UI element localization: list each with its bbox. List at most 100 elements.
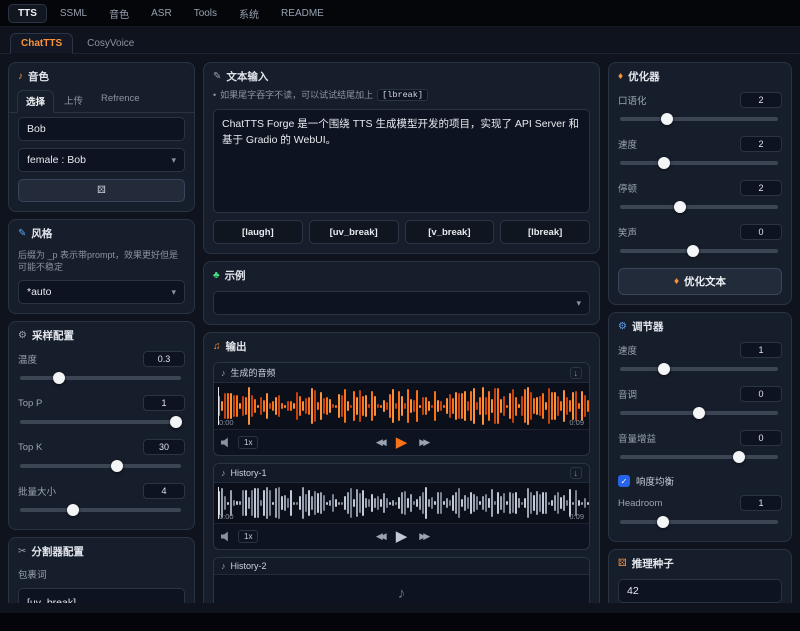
laugh-slider[interactable] <box>620 249 778 253</box>
time-total: 0:09 <box>569 418 584 427</box>
v-break-token-button[interactable]: [v_break] <box>405 220 495 244</box>
uv-break-token-button[interactable]: [uv_break] <box>309 220 399 244</box>
nav-tab-ssml[interactable]: SSML <box>51 5 96 22</box>
volume-gain-slider[interactable] <box>620 455 778 459</box>
subtab-cosyvoice[interactable]: CosyVoice <box>77 34 144 53</box>
play-button[interactable]: ▶ <box>396 435 408 450</box>
skip-back-button[interactable]: ◀◀ <box>376 531 384 542</box>
chevron-down-icon: ▾ <box>576 298 581 309</box>
temperature-slider[interactable] <box>20 376 181 380</box>
skip-back-button[interactable]: ◀◀ <box>376 437 384 448</box>
music-note-icon: ♪ <box>221 468 226 478</box>
refiner-panel-title: 优化器 <box>628 69 660 84</box>
refine-speed-slider[interactable] <box>620 161 778 165</box>
sampling-panel-icon: ⚙ <box>18 330 27 341</box>
play-button[interactable]: ▶ <box>396 529 408 544</box>
lbreak-token-button[interactable]: [lbreak] <box>500 220 590 244</box>
wrap-word-input[interactable]: [uv_break] <box>18 588 185 603</box>
slider-value[interactable]: 2 <box>740 92 782 108</box>
pitch-slider[interactable] <box>620 411 778 415</box>
slider-value[interactable]: 4 <box>143 483 185 499</box>
volume-icon[interactable] <box>221 531 232 542</box>
nav-tab-tools[interactable]: Tools <box>185 5 226 22</box>
text-panel-header: ✎ 文本输入 <box>204 63 599 88</box>
slider-thumb[interactable] <box>170 416 182 428</box>
download-icon[interactable]: ↓ <box>570 367 583 379</box>
nav-tab-readme[interactable]: README <box>272 5 333 22</box>
slider-value[interactable]: 2 <box>740 136 782 152</box>
seed-input[interactable] <box>618 579 782 603</box>
slider-thumb[interactable] <box>657 516 669 528</box>
slider-thumb[interactable] <box>658 157 670 169</box>
laugh-token-button[interactable]: [laugh] <box>213 220 303 244</box>
waveform[interactable] <box>214 483 589 523</box>
top-k-slider[interactable] <box>20 464 181 468</box>
top-p-slider[interactable] <box>20 420 181 424</box>
examples-dropdown[interactable]: ▾ <box>213 291 590 315</box>
speaker-name-input[interactable] <box>18 117 185 141</box>
playback-speed-slider[interactable] <box>620 367 778 371</box>
refiner-panel-header: ♦ 优化器 <box>609 63 791 88</box>
player-controls: 1x ◀◀ ▶ ▶▶ <box>214 523 589 549</box>
slider-thumb[interactable] <box>693 407 705 419</box>
loudness-eq-row: ✓ 响度均衡 <box>618 474 782 488</box>
refiner-panel: ♦ 优化器 口语化2 速度2 停顿2 <box>608 62 792 305</box>
slider-value[interactable]: 0.3 <box>143 351 185 367</box>
speaker-dropdown[interactable]: female : Bob ▾ <box>18 148 185 172</box>
slider-thumb[interactable] <box>687 245 699 257</box>
skip-forward-button[interactable]: ▶▶ <box>419 437 427 448</box>
break-slider[interactable] <box>620 205 778 209</box>
refine-text-button[interactable]: ♦ 优化文本 <box>618 268 782 295</box>
nav-tab-system[interactable]: 系统 <box>230 3 268 24</box>
waveform[interactable] <box>214 383 589 429</box>
slider-value[interactable]: 1 <box>740 342 782 358</box>
slider-thumb[interactable] <box>733 451 745 463</box>
slider-value[interactable]: 2 <box>740 180 782 196</box>
slider-value[interactable]: 0 <box>740 224 782 240</box>
music-note-icon: ♪ <box>398 585 406 602</box>
slider-value[interactable]: 30 <box>143 439 185 455</box>
slider-thumb[interactable] <box>658 363 670 375</box>
style-panel-title: 风格 <box>31 226 52 241</box>
oral-slider[interactable] <box>620 117 778 121</box>
style-dropdown[interactable]: *auto ▾ <box>18 280 185 304</box>
history-1-player: ♪ History-1 ↓ 0:00 0:09 <box>213 463 590 550</box>
slider-thumb[interactable] <box>111 460 123 472</box>
slider-thumb[interactable] <box>674 201 686 213</box>
headroom-slider[interactable] <box>620 520 778 524</box>
slider-value[interactable]: 1 <box>143 395 185 411</box>
skip-forward-button[interactable]: ▶▶ <box>419 531 427 542</box>
slider-value[interactable]: 1 <box>740 495 782 511</box>
slider-value[interactable]: 0 <box>740 386 782 402</box>
speaker-tab-reference[interactable]: Refrence <box>93 90 148 112</box>
slider-thumb[interactable] <box>53 372 65 384</box>
style-hint: 后缀为 _p 表示带prompt，效果更好但是可能不稳定 <box>18 249 185 273</box>
slider-label: 速度 <box>618 137 637 151</box>
top-nav-bar: TTS SSML 音色 ASR Tools 系统 README <box>0 0 800 27</box>
subtab-chattts[interactable]: ChatTTS <box>10 33 73 54</box>
speed-button[interactable]: 1x <box>238 436 258 449</box>
slider-label: Top K <box>18 442 42 453</box>
speed-button[interactable]: 1x <box>238 530 258 543</box>
loudness-eq-checkbox[interactable]: ✓ <box>618 475 630 487</box>
download-icon[interactable]: ↓ <box>570 467 583 479</box>
slider-thumb[interactable] <box>661 113 673 125</box>
nav-tab-asr[interactable]: ASR <box>142 5 181 22</box>
bottom-strip <box>0 613 800 631</box>
slider-value[interactable]: 0 <box>740 430 782 446</box>
random-speaker-button[interactable]: ⚄ <box>18 179 185 202</box>
slider-thumb[interactable] <box>67 504 79 516</box>
adjuster-panel-header: ⚙ 调节器 <box>609 313 791 338</box>
nav-tab-tts[interactable]: TTS <box>8 4 47 23</box>
tts-text-input[interactable]: ChatTTS Forge 是一个围绕 TTS 生成模型开发的项目，实现了 AP… <box>213 109 590 213</box>
player-header: ♪ History-2 <box>214 558 589 575</box>
speaker-tab-upload[interactable]: 上传 <box>56 90 91 112</box>
speaker-tab-select[interactable]: 选择 <box>17 90 54 113</box>
time-total: 0:09 <box>569 512 584 521</box>
batch-size-slider[interactable] <box>20 508 181 512</box>
right-column: ♦ 优化器 口语化2 速度2 停顿2 <box>608 62 792 603</box>
volume-icon[interactable] <box>221 437 232 448</box>
slider-label: Headroom <box>618 498 662 509</box>
nav-tab-voice[interactable]: 音色 <box>100 3 138 24</box>
splitter-panel-title: 分割器配置 <box>31 544 84 559</box>
